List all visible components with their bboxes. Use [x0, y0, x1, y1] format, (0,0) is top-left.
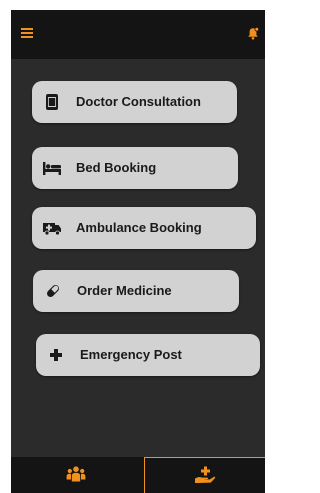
- doctor-consultation-button[interactable]: Doctor Consultation: [32, 81, 237, 123]
- app-screen: Doctor Consultation Bed Booking Ambulanc…: [0, 0, 265, 493]
- menu-item-label: Ambulance Booking: [76, 220, 202, 235]
- menu-item-label: Order Medicine: [77, 283, 172, 298]
- tab-community[interactable]: [11, 457, 144, 493]
- menu-item-label: Emergency Post: [80, 347, 182, 362]
- ambulance-icon: [43, 223, 61, 236]
- bottom-navigation-bar: [11, 457, 265, 493]
- bed-icon: [43, 162, 61, 175]
- menu-item-label: Bed Booking: [76, 160, 157, 175]
- ambulance-booking-button[interactable]: Ambulance Booking: [32, 207, 256, 249]
- order-medicine-button[interactable]: Order Medicine: [33, 270, 239, 312]
- medical-cross-icon: [50, 349, 62, 361]
- emergency-post-button[interactable]: Emergency Post: [36, 334, 260, 376]
- hand-holding-medical-icon: [195, 466, 216, 483]
- pill-capsule-icon: [47, 285, 59, 297]
- mobile-phone-icon: [46, 94, 58, 110]
- app-container: Doctor Consultation Bed Booking Ambulanc…: [11, 10, 265, 493]
- people-group-icon: [66, 466, 86, 482]
- menu-item-label: Doctor Consultation: [76, 94, 201, 109]
- tab-medical-help[interactable]: [144, 457, 265, 493]
- service-menu: Doctor Consultation Bed Booking Ambulanc…: [11, 10, 265, 410]
- bed-booking-button[interactable]: Bed Booking: [32, 147, 238, 189]
